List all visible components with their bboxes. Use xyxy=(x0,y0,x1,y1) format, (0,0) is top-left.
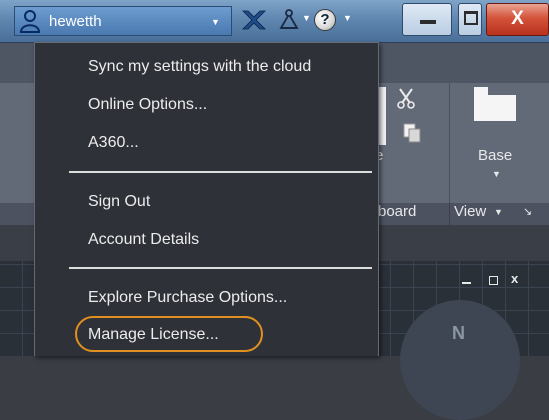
minimize-button[interactable] xyxy=(402,3,452,36)
viewport-restore-icon[interactable] xyxy=(489,276,498,285)
panel-launcher-icon[interactable]: ↘ xyxy=(523,205,532,218)
copy-icon[interactable] xyxy=(403,123,421,143)
menu-item-explore-purchase[interactable]: Explore Purchase Options... xyxy=(88,289,287,307)
menu-item-a360[interactable]: A360... xyxy=(88,134,139,152)
viewport-minimize-icon[interactable] xyxy=(462,282,471,284)
menu-item-sign-out[interactable]: Sign Out xyxy=(88,193,150,211)
user-icon xyxy=(19,10,41,33)
a360-connect-icon[interactable] xyxy=(278,8,300,32)
exchange-apps-icon[interactable] xyxy=(240,8,268,32)
clipboard-panel-label: board xyxy=(378,203,417,220)
chevron-down-icon[interactable]: ▼ xyxy=(494,207,503,217)
username-label: hewetth xyxy=(49,13,102,30)
compass-north-label: N xyxy=(452,323,465,343)
close-button[interactable]: X xyxy=(486,3,549,36)
menu-item-online-options[interactable]: Online Options... xyxy=(88,96,207,114)
viewport-close-icon[interactable]: x xyxy=(511,271,518,286)
minimize-icon xyxy=(420,20,436,24)
help-button[interactable]: ? xyxy=(314,9,336,31)
viewcube-compass[interactable] xyxy=(400,300,520,420)
chevron-down-icon[interactable]: ▼ xyxy=(343,13,352,23)
menu-item-account-details[interactable]: Account Details xyxy=(88,231,199,249)
ribbon-divider xyxy=(449,83,450,203)
base-view-icon[interactable] xyxy=(474,87,516,121)
ribbon-divider xyxy=(449,203,450,225)
user-account-button[interactable]: hewetth ▼ xyxy=(14,6,232,36)
account-dropdown-menu: Sync my settings with the cloud Online O… xyxy=(34,42,379,356)
restore-icon xyxy=(464,11,478,25)
menu-separator xyxy=(69,267,372,269)
restore-button[interactable] xyxy=(458,3,482,36)
chevron-down-icon[interactable]: ▼ xyxy=(492,169,501,179)
base-button-label[interactable]: Base xyxy=(478,147,512,164)
chevron-down-icon[interactable]: ▼ xyxy=(302,13,311,23)
cut-icon[interactable] xyxy=(395,87,417,109)
chevron-down-icon[interactable]: ▼ xyxy=(211,17,220,27)
title-bar: hewetth ▼ ▼ ? ▼ X xyxy=(0,0,549,43)
view-panel-label[interactable]: View xyxy=(454,203,486,220)
menu-item-sync-settings[interactable]: Sync my settings with the cloud xyxy=(88,58,311,76)
manage-license-highlight xyxy=(75,316,263,352)
menu-separator xyxy=(69,171,372,173)
